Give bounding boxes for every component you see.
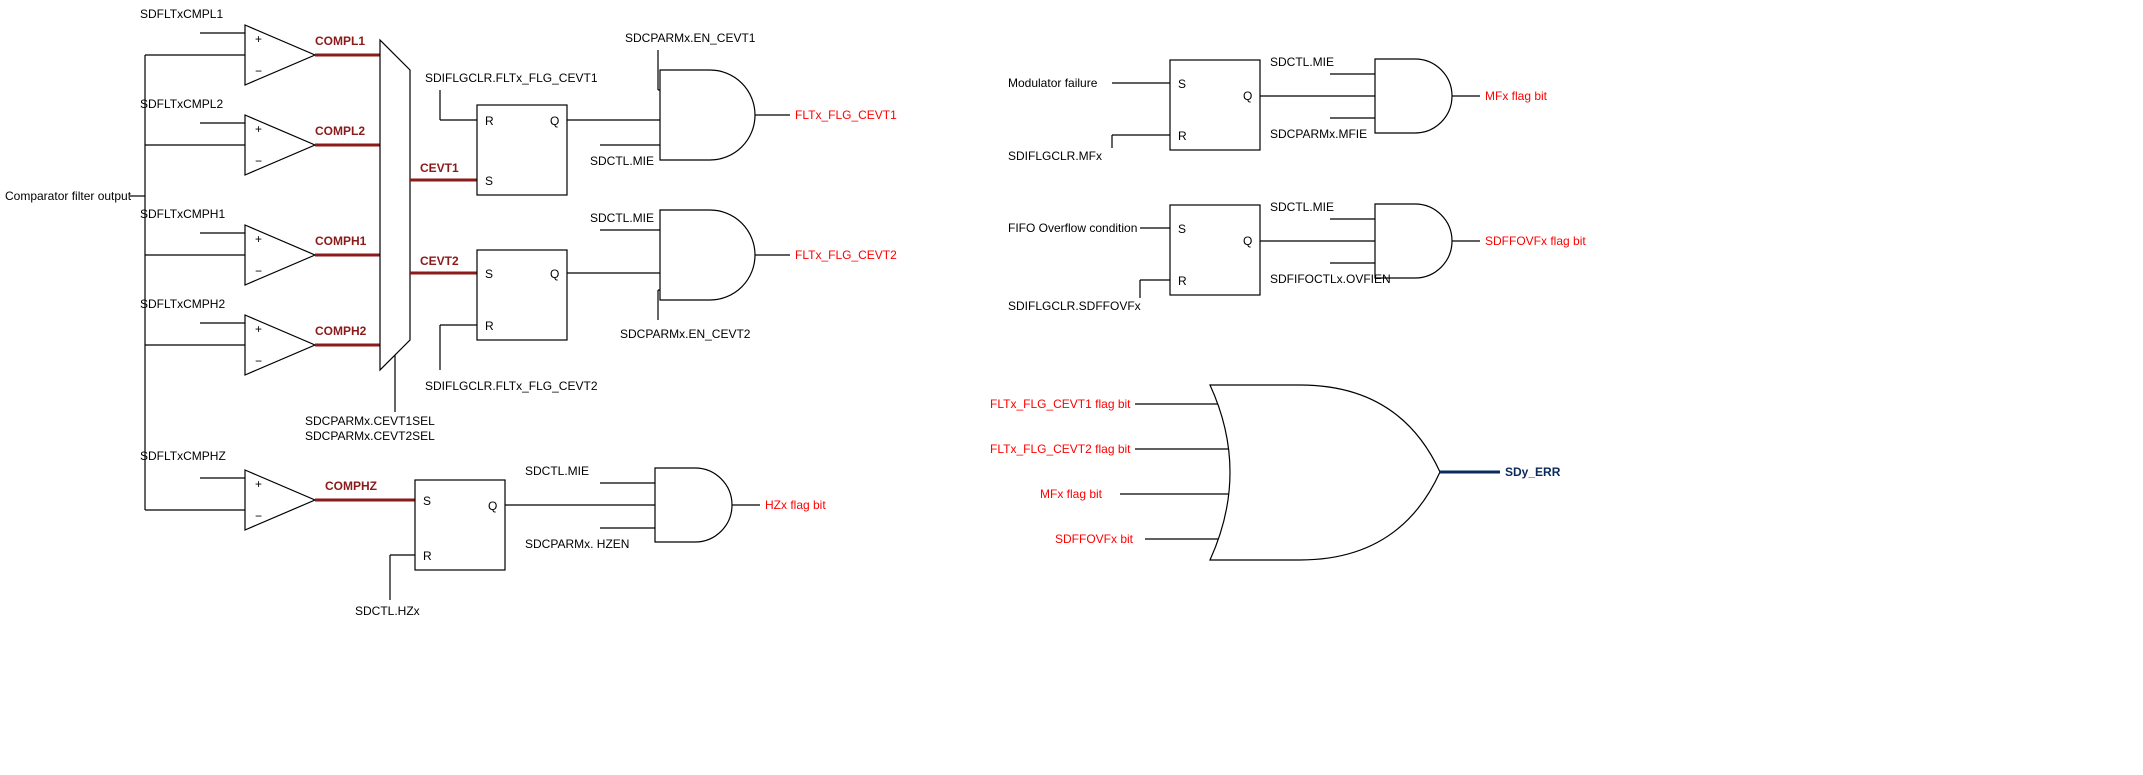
- label-mie-1: SDCTL.MIE: [590, 154, 654, 168]
- label-comphz: COMPHZ: [325, 479, 377, 493]
- label-cmpl1: SDFLTxCMPL1: [140, 7, 223, 21]
- label-hzen: SDCPARMx. HZEN: [525, 537, 629, 551]
- comparator-comphz: [245, 470, 315, 530]
- sr-ovf-s: S: [1178, 222, 1186, 236]
- label-mux-sel1: SDCPARMx.CEVT1SEL: [305, 414, 435, 428]
- label-comph1: COMPH1: [315, 234, 367, 248]
- sr1-r: R: [485, 114, 494, 128]
- output-cevt1: FLTx_FLG_CEVT1: [795, 108, 897, 122]
- and-gate-hz: [655, 468, 732, 542]
- or-in2: FLTx_FLG_CEVT2 flag bit: [990, 442, 1131, 456]
- label-mie-ovf: SDCTL.MIE: [1270, 200, 1334, 214]
- or-gate-err: [1210, 385, 1440, 560]
- label-en-cevt1: SDCPARMx.EN_CEVT1: [625, 31, 756, 45]
- mux-cevt: [380, 40, 410, 370]
- and-gate-cevt2: [660, 210, 755, 300]
- sr-mf-s: S: [1178, 77, 1186, 91]
- comparator-comph1: [245, 225, 315, 285]
- label-clr-ovf: SDIFLGCLR.SDFFOVFx: [1008, 299, 1141, 313]
- label-mie-2: SDCTL.MIE: [590, 211, 654, 225]
- sr3-s: S: [423, 494, 431, 508]
- comparator-compl1: [245, 25, 315, 85]
- label-comph2: COMPH2: [315, 324, 367, 338]
- label-clr-cevt2: SDIFLGCLR.FLTx_FLG_CEVT2: [425, 379, 598, 393]
- or-in3: MFx flag bit: [1040, 487, 1103, 501]
- sr2-r: R: [485, 319, 494, 333]
- sr3-q: Q: [488, 499, 497, 513]
- label-compl2: COMPL2: [315, 124, 365, 138]
- label-cmphz: SDFLTxCMPHZ: [140, 449, 226, 463]
- sr-mf-r: R: [1178, 129, 1187, 143]
- sr1-q: Q: [550, 114, 559, 128]
- label-en-cevt2: SDCPARMx.EN_CEVT2: [620, 327, 751, 341]
- label-hz-mie: SDCTL.MIE: [525, 464, 589, 478]
- and-gate-mf: [1375, 59, 1452, 133]
- label-mux-sel2: SDCPARMx.CEVT2SEL: [305, 429, 435, 443]
- comparator-comph2: [245, 315, 315, 375]
- label-cmph2: SDFLTxCMPH2: [140, 297, 225, 311]
- sr-mf-q: Q: [1243, 89, 1252, 103]
- label-clr-mf: SDIFLGCLR.MFx: [1008, 149, 1102, 163]
- label-compl1: COMPL1: [315, 34, 365, 48]
- label-mfie: SDCPARMx.MFIE: [1270, 127, 1367, 141]
- label-fifo-ovf: FIFO Overflow condition: [1008, 221, 1137, 235]
- label-cmph1: SDFLTxCMPH1: [140, 207, 225, 221]
- and-gate-cevt1: [660, 70, 755, 160]
- and-gate-ovf: [1375, 204, 1452, 278]
- output-sdy-err: SDy_ERR: [1505, 465, 1561, 479]
- output-ovf: SDFFOVFx flag bit: [1485, 234, 1586, 248]
- label-mie-mf: SDCTL.MIE: [1270, 55, 1334, 69]
- sr2-q: Q: [550, 267, 559, 281]
- output-cevt2: FLTx_FLG_CEVT2: [795, 248, 897, 262]
- label-cevt2: CEVT2: [420, 254, 459, 268]
- label-mod-fail: Modulator failure: [1008, 76, 1098, 90]
- label-cevt1: CEVT1: [420, 161, 459, 175]
- comparator-compl2: [245, 115, 315, 175]
- output-hz: HZx flag bit: [765, 498, 826, 512]
- label-clr-cevt1: SDIFLGCLR.FLTx_FLG_CEVT1: [425, 71, 598, 85]
- or-in1: FLTx_FLG_CEVT1 flag bit: [990, 397, 1131, 411]
- sr1-s: S: [485, 174, 493, 188]
- sr2-s: S: [485, 267, 493, 281]
- output-mf: MFx flag bit: [1485, 89, 1548, 103]
- label-cmpl2: SDFLTxCMPL2: [140, 97, 223, 111]
- label-ovfien: SDFIFOCTLx.OVFIEN: [1270, 272, 1391, 286]
- label-hz-clr: SDCTL.HZx: [355, 604, 420, 618]
- sr3-r: R: [423, 549, 432, 563]
- label-comp-filter-output: Comparator filter output: [5, 189, 132, 203]
- sr-ovf-q: Q: [1243, 234, 1252, 248]
- sr-ovf-r: R: [1178, 274, 1187, 288]
- or-in4: SDFFOVFx bit: [1055, 532, 1134, 546]
